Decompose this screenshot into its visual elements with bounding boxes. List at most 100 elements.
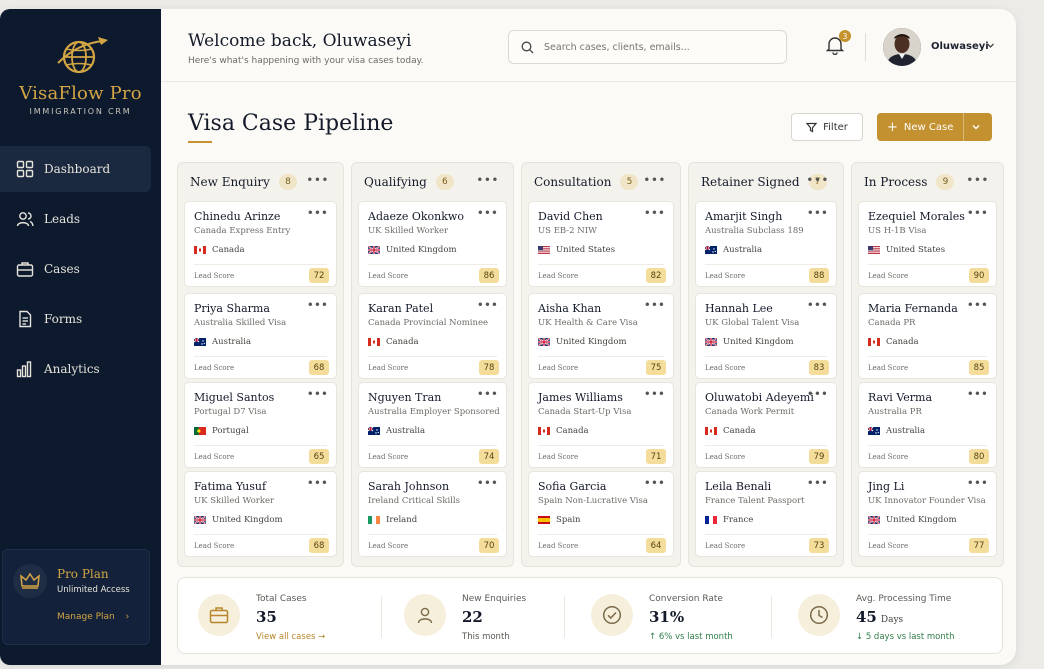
stat-value: 35 bbox=[256, 608, 277, 626]
chevron-down-icon[interactable] bbox=[986, 41, 995, 50]
country: United Kingdom bbox=[194, 515, 283, 525]
card-divider bbox=[368, 264, 497, 265]
case-card[interactable]: Jing Li ••• UK Innovator Founder Visa Unite… bbox=[858, 471, 997, 557]
stat-value: 31% bbox=[649, 608, 685, 626]
more-options-icon[interactable]: ••• bbox=[476, 173, 499, 187]
notifications-button[interactable]: 3 bbox=[825, 30, 851, 59]
briefcase-icon bbox=[16, 262, 34, 277]
sidebar-item-label: Leads bbox=[44, 212, 81, 226]
document-icon bbox=[19, 310, 32, 328]
user-name[interactable]: Oluwaseyi bbox=[931, 41, 989, 52]
fr-flag-icon bbox=[705, 516, 717, 524]
lead-score-badge: 71 bbox=[646, 449, 666, 464]
logo[interactable]: VisaFlow Pro IMMIGRATION CRM bbox=[0, 33, 161, 116]
country: Canada bbox=[538, 426, 589, 436]
case-card[interactable]: Ravi Verma ••• Australia PR Australia Lead S… bbox=[858, 382, 997, 468]
card-more-icon[interactable]: ••• bbox=[967, 476, 988, 490]
case-card[interactable]: Sofia Garcia ••• Spain Non-Lucrative Visa S… bbox=[528, 471, 674, 557]
filter-icon bbox=[806, 122, 818, 132]
case-card[interactable]: Maria Fernanda ••• Canada PR Canada Lead Sco… bbox=[858, 293, 997, 379]
filter-button[interactable]: Filter bbox=[791, 113, 863, 141]
ca-flag-icon bbox=[705, 427, 717, 435]
ie-flag-icon bbox=[368, 516, 380, 524]
case-card[interactable]: Ezequiel Morales ••• US H-1B Visa United St… bbox=[858, 201, 997, 287]
card-more-icon[interactable]: ••• bbox=[477, 387, 498, 401]
search-icon bbox=[521, 41, 534, 53]
uk-flag-icon bbox=[194, 516, 206, 524]
stat-conversion-rate: Conversion Rate 31% ↑ 6% vs last month bbox=[591, 578, 771, 655]
card-more-icon[interactable]: ••• bbox=[967, 206, 988, 220]
more-options-icon[interactable]: ••• bbox=[643, 173, 666, 187]
card-more-icon[interactable]: ••• bbox=[307, 206, 328, 220]
au-flag-icon bbox=[368, 427, 380, 435]
view-all-cases-link[interactable]: View all cases → bbox=[256, 632, 325, 642]
case-card[interactable]: Aisha Khan ••• UK Health & Care Visa United… bbox=[528, 293, 674, 379]
card-more-icon[interactable]: ••• bbox=[477, 298, 498, 312]
sidebar-item-analytics[interactable]: Analytics bbox=[0, 346, 151, 392]
card-more-icon[interactable]: ••• bbox=[807, 298, 828, 312]
lead-score-label: Lead Score bbox=[868, 272, 909, 280]
case-card[interactable]: Hannah Lee ••• UK Global Talent Visa United… bbox=[695, 293, 837, 379]
new-case-button[interactable]: + New Case bbox=[877, 113, 992, 141]
lead-score-badge: 65 bbox=[309, 449, 329, 464]
case-card[interactable]: David Chen ••• US EB-2 NIW United States Lea… bbox=[528, 201, 674, 287]
lead-score-badge: 85 bbox=[969, 360, 989, 375]
case-card[interactable]: James Williams ••• Canada Start-Up Visa Can… bbox=[528, 382, 674, 468]
card-divider bbox=[368, 534, 497, 535]
more-options-icon[interactable]: ••• bbox=[306, 173, 329, 187]
sidebar-nav: Dashboard Leads Cases Forms Analytics bbox=[0, 146, 161, 396]
pt-flag-icon bbox=[194, 427, 206, 435]
sidebar-item-forms[interactable]: Forms bbox=[0, 296, 151, 342]
manage-plan-link[interactable]: Manage Plan › bbox=[57, 612, 139, 622]
card-more-icon[interactable]: ••• bbox=[644, 206, 665, 220]
card-divider bbox=[868, 534, 987, 535]
case-card[interactable]: Nguyen Tran ••• Australia Employer Sponsor… bbox=[358, 382, 507, 468]
lead-score-label: Lead Score bbox=[868, 542, 909, 550]
sidebar-item-dashboard[interactable]: Dashboard bbox=[0, 146, 151, 192]
case-card[interactable]: Oluwatobi Adeyemi ••• Canada Work Permit Ca… bbox=[695, 382, 837, 468]
clock-icon bbox=[798, 594, 840, 636]
case-card[interactable]: Sarah Johnson ••• Ireland Critical Skills I… bbox=[358, 471, 507, 557]
country-name: Australia bbox=[723, 245, 763, 255]
stat-value: 22 bbox=[462, 608, 483, 626]
case-card[interactable]: Chinedu Arinze ••• Canada Express Entry Can… bbox=[184, 201, 337, 287]
card-more-icon[interactable]: ••• bbox=[807, 206, 828, 220]
sidebar-item-cases[interactable]: Cases bbox=[0, 246, 151, 292]
more-options-icon[interactable]: ••• bbox=[966, 173, 989, 187]
more-options-icon[interactable]: ••• bbox=[806, 173, 829, 187]
card-more-icon[interactable]: ••• bbox=[967, 387, 988, 401]
card-more-icon[interactable]: ••• bbox=[307, 476, 328, 490]
case-card[interactable]: Miguel Santos ••• Portugal D7 Visa Portugal… bbox=[184, 382, 337, 468]
avatar[interactable] bbox=[883, 28, 921, 66]
top-header: Welcome back, Oluwaseyi Here's what's ha… bbox=[161, 9, 1016, 82]
card-more-icon[interactable]: ••• bbox=[807, 476, 828, 490]
chevron-down-icon[interactable] bbox=[971, 122, 981, 132]
card-more-icon[interactable]: ••• bbox=[477, 476, 498, 490]
card-more-icon[interactable]: ••• bbox=[644, 476, 665, 490]
search-input[interactable] bbox=[544, 41, 764, 53]
card-more-icon[interactable]: ••• bbox=[307, 298, 328, 312]
country-name: United Kingdom bbox=[886, 515, 957, 525]
visa-type: UK Skilled Worker bbox=[368, 226, 449, 236]
card-more-icon[interactable]: ••• bbox=[477, 206, 498, 220]
sidebar-item-leads[interactable]: Leads bbox=[0, 196, 151, 242]
card-more-icon[interactable]: ••• bbox=[644, 387, 665, 401]
search-box[interactable] bbox=[508, 30, 787, 64]
case-card[interactable]: Priya Sharma ••• Australia Skilled Visa Aus… bbox=[184, 293, 337, 379]
card-divider bbox=[538, 445, 664, 446]
card-divider bbox=[368, 445, 497, 446]
card-more-icon[interactable]: ••• bbox=[967, 298, 988, 312]
case-card[interactable]: Leila Benali ••• France Talent Passport Fra… bbox=[695, 471, 837, 557]
card-more-icon[interactable]: ••• bbox=[644, 298, 665, 312]
client-name: Miguel Santos bbox=[194, 391, 275, 404]
card-more-icon[interactable]: ••• bbox=[807, 387, 828, 401]
plan-subtitle: Unlimited Access bbox=[57, 585, 130, 595]
notification-badge: 3 bbox=[839, 30, 851, 42]
case-card[interactable]: Karan Patel ••• Canada Provincial Nominee C… bbox=[358, 293, 507, 379]
case-card[interactable]: Fatima Yusuf ••• UK Skilled Worker United K… bbox=[184, 471, 337, 557]
app-name: VisaFlow Pro bbox=[19, 83, 142, 104]
card-more-icon[interactable]: ••• bbox=[307, 387, 328, 401]
case-card[interactable]: Amarjit Singh ••• Australia Subclass 189 Au… bbox=[695, 201, 837, 287]
case-card[interactable]: Adaeze Okonkwo ••• UK Skilled Worker United… bbox=[358, 201, 507, 287]
country: Canada bbox=[705, 426, 756, 436]
